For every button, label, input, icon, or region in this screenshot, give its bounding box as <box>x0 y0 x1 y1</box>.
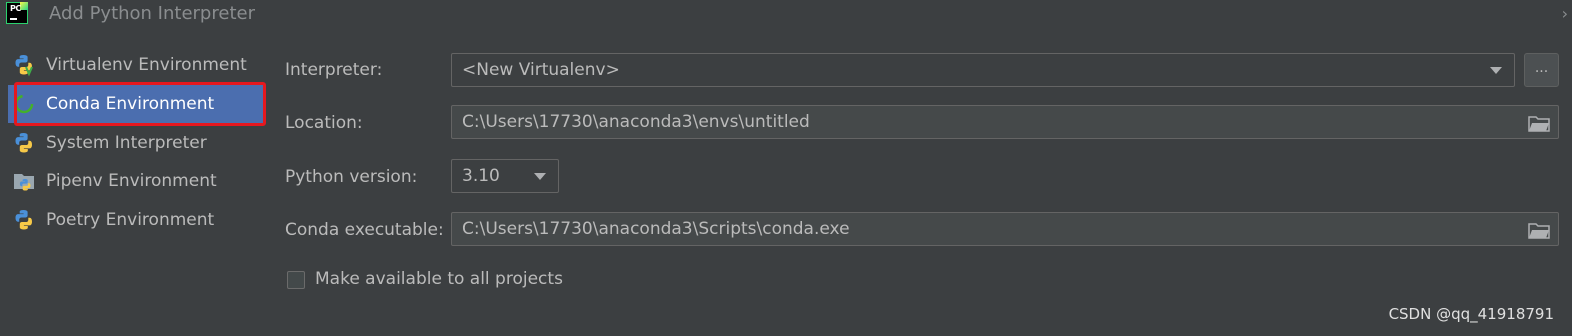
chevron-down-icon <box>1490 67 1502 74</box>
make-available-label[interactable]: Make available to all projects <box>315 269 563 289</box>
pycharm-logo-icon: PC <box>6 2 28 24</box>
sidebar-item-pipenv[interactable]: Pipenv Environment <box>8 162 264 200</box>
python-icon <box>15 133 32 153</box>
location-value: C:\Users\17730\anaconda3\envs\untitled <box>462 112 810 132</box>
sidebar-item-label: Virtualenv Environment <box>46 55 247 75</box>
sidebar-item-conda[interactable]: Conda Environment <box>8 85 264 123</box>
sidebar-item-label: Pipenv Environment <box>46 171 217 191</box>
sidebar-item-label: Poetry Environment <box>46 210 215 230</box>
conda-executable-label: Conda executable: <box>285 220 444 240</box>
python-virtualenv-icon <box>15 55 33 77</box>
python-poetry-icon <box>15 210 32 230</box>
location-label: Location: <box>285 113 363 133</box>
python-version-value: 3.10 <box>462 166 500 186</box>
make-available-checkbox[interactable] <box>287 271 305 289</box>
conda-executable-input[interactable]: C:\Users\17730\anaconda3\Scripts\conda.e… <box>451 212 1559 246</box>
interpreter-label: Interpreter: <box>285 60 383 80</box>
sidebar-item-system-interpreter[interactable]: System Interpreter <box>8 124 264 162</box>
folder-icon[interactable] <box>1528 115 1550 132</box>
sidebar-item-label: Conda Environment <box>46 94 215 114</box>
python-version-label: Python version: <box>285 167 418 187</box>
sidebar-item-poetry[interactable]: Poetry Environment <box>8 201 264 239</box>
folder-icon[interactable] <box>1528 222 1550 239</box>
conda-icon <box>14 94 34 114</box>
sidebar-item-label: System Interpreter <box>46 133 207 153</box>
watermark: CSDN @qq_41918791 <box>1388 305 1554 323</box>
pipenv-folder-icon <box>14 174 34 191</box>
chevron-right-icon[interactable]: › <box>1562 4 1568 23</box>
window-title: Add Python Interpreter <box>49 3 255 24</box>
interpreter-dropdown[interactable]: <New Virtualenv> <box>451 53 1515 87</box>
location-input[interactable]: C:\Users\17730\anaconda3\envs\untitled <box>451 105 1559 139</box>
python-version-dropdown[interactable]: 3.10 <box>451 159 559 193</box>
conda-executable-value: C:\Users\17730\anaconda3\Scripts\conda.e… <box>462 219 850 239</box>
interpreter-browse-button[interactable]: ... <box>1524 53 1559 87</box>
title-bar: PC Add Python Interpreter › <box>0 0 1572 30</box>
chevron-down-icon <box>534 173 546 180</box>
interpreter-value: <New Virtualenv> <box>462 60 620 80</box>
sidebar-item-virtualenv[interactable]: Virtualenv Environment <box>8 46 264 84</box>
